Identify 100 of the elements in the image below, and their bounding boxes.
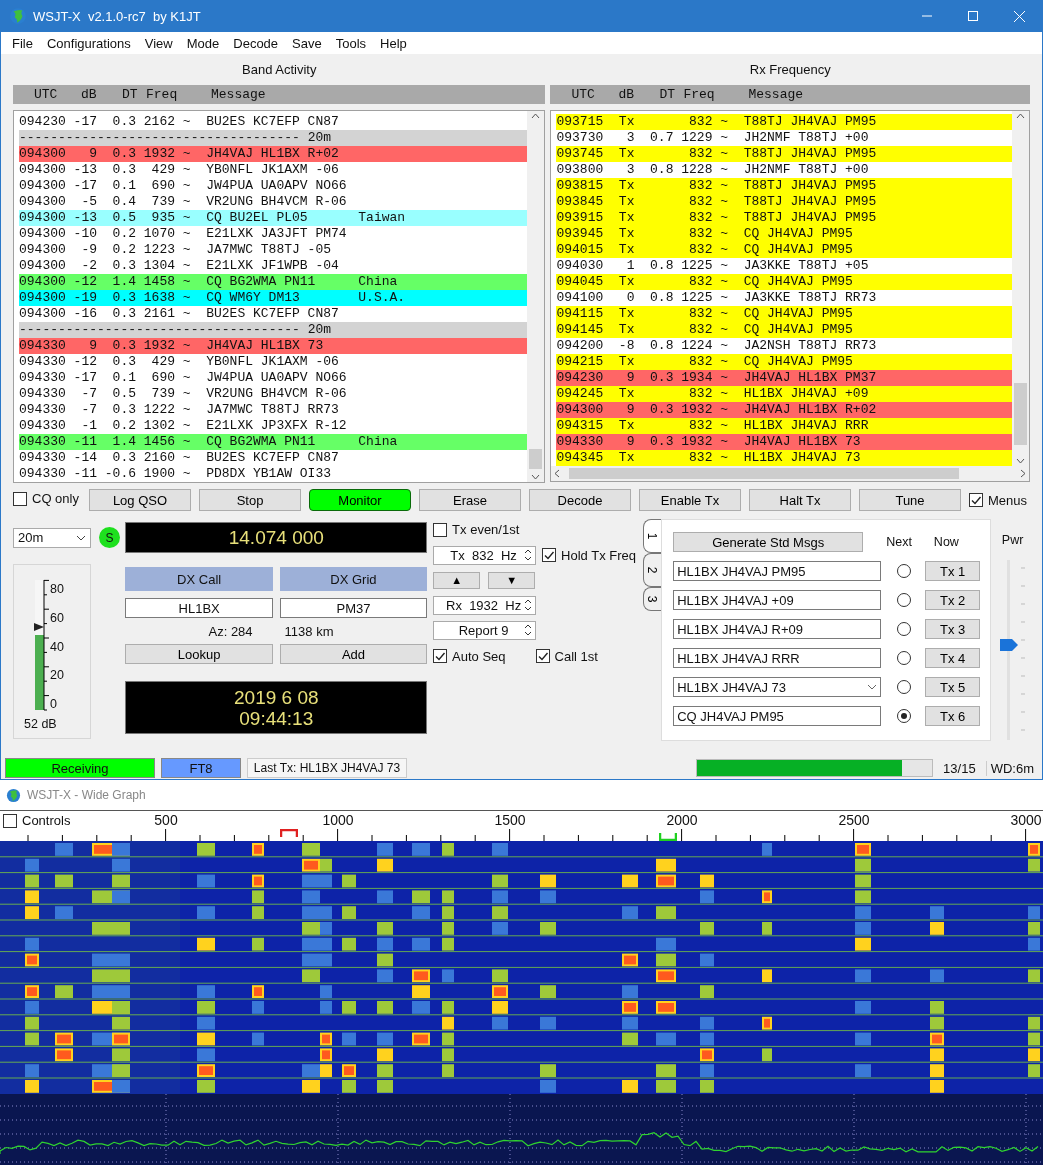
column-header[interactable]: DT <box>659 87 684 102</box>
message-field[interactable]: HL1BX JH4VAJ PM95 <box>673 561 882 581</box>
message-field[interactable]: HL1BX JH4VAJ +09 <box>673 590 882 610</box>
column-header[interactable]: Message <box>211 87 266 102</box>
message-row[interactable]: 094015 Tx 832 ~ CQ JH4VAJ PM95 <box>556 242 1012 258</box>
tx-button[interactable]: Tx 3 <box>925 619 981 639</box>
column-header[interactable]: Freq <box>683 87 749 102</box>
message-field[interactable]: HL1BX JH4VAJ R+09 <box>673 619 882 639</box>
message-dropdown[interactable]: HL1BX JH4VAJ 73 <box>673 677 882 697</box>
table-cell-text: ~ <box>719 114 729 130</box>
menu-item[interactable]: Help <box>373 35 414 51</box>
menu-item[interactable]: View <box>137 35 180 51</box>
checkbox[interactable] <box>13 491 27 506</box>
message-row[interactable]: 093815 Tx 832 ~ T88TJ JH4VAJ PM95 <box>556 178 1012 194</box>
generate-button[interactable]: Generate Std Msgs <box>673 532 864 552</box>
menu-item[interactable]: File <box>5 35 40 51</box>
report-spinbox[interactable]: Report 9 <box>433 620 537 640</box>
arrow-button[interactable]: ▼ <box>488 571 536 589</box>
message-field[interactable]: HL1BX JH4VAJ RRR <box>673 648 882 668</box>
toolbar-button[interactable]: Tune <box>859 489 961 511</box>
toolbar-button[interactable]: Decode <box>529 489 631 511</box>
table-cell-text: Tx <box>617 114 635 130</box>
message-row[interactable]: 094245 Tx 832 ~ HL1BX JH4VAJ +09 <box>556 386 1012 402</box>
column-header[interactable]: Freq <box>146 87 211 102</box>
toolbar-button[interactable]: Stop <box>199 489 301 511</box>
message-row[interactable]: 094345 Tx 832 ~ HL1BX JH4VAJ 73 <box>556 450 1012 466</box>
column-header[interactable]: DT <box>122 87 146 102</box>
checkbox[interactable] <box>969 493 983 507</box>
tab[interactable]: 3 <box>643 587 662 611</box>
checkbox[interactable] <box>3 813 17 828</box>
band-dropdown[interactable]: 20m <box>13 527 91 548</box>
tx-button[interactable]: Tx 1 <box>925 561 981 581</box>
dx-call-field[interactable]: HL1BX <box>125 598 273 618</box>
message-row[interactable]: 093915 Tx 832 ~ T88TJ JH4VAJ PM95 <box>556 210 1012 226</box>
menu-item[interactable]: Save <box>285 35 329 51</box>
scrollbar[interactable] <box>1012 111 1029 466</box>
tx-button[interactable]: Tx 2 <box>925 590 981 610</box>
message-row[interactable]: 094330 -11 1.4 1456 ~ CQ BG2WMA PN11 China <box>19 434 528 450</box>
tx-frequency-spinbox[interactable]: Tx 832 Hz <box>433 545 537 565</box>
column-header[interactable]: UTC <box>571 87 619 102</box>
message-row[interactable]: 094300 -12 1.4 1458 ~ CQ BG2WMA PN11 China <box>19 274 528 290</box>
message-row[interactable]: 094300 9 0.3 1932 ~ JH4VAJ HL1BX R+02 <box>19 146 528 162</box>
scrollbar-thumb[interactable] <box>529 449 543 469</box>
message-row[interactable]: 094145 Tx 832 ~ CQ JH4VAJ PM95 <box>556 322 1012 338</box>
message-row[interactable]: 094315 Tx 832 ~ HL1BX JH4VAJ RRR <box>556 418 1012 434</box>
table-cell-text: ~ <box>719 210 729 226</box>
table-cell: 0.3 <box>112 114 136 129</box>
spin-arrows-icon[interactable] <box>523 547 534 563</box>
message-row[interactable]: 094300 9 0.3 1932 ~ JH4VAJ HL1BX R+02 <box>556 402 1012 418</box>
column-header[interactable]: dB <box>618 87 660 102</box>
scrollbar[interactable] <box>527 111 545 482</box>
message-row[interactable]: 094115 Tx 832 ~ CQ JH4VAJ PM95 <box>556 306 1012 322</box>
add-button[interactable]: Add <box>279 644 428 664</box>
message-row[interactable]: 094045 Tx 832 ~ CQ JH4VAJ PM95 <box>556 274 1012 290</box>
checkbox[interactable] <box>542 548 557 562</box>
power-slider[interactable] <box>997 560 1028 740</box>
tab[interactable]: 2 <box>643 553 662 587</box>
tx-button[interactable]: Tx 4 <box>925 648 981 668</box>
lookup-button[interactable]: Lookup <box>125 644 273 664</box>
message-row[interactable]: 094215 Tx 832 ~ CQ JH4VAJ PM95 <box>556 354 1012 370</box>
rx-frequency-spinbox[interactable]: Rx 1932 Hz <box>433 595 537 615</box>
arrow-button[interactable]: ▲ <box>433 571 481 589</box>
scrollbar-thumb[interactable] <box>1014 383 1027 445</box>
spin-arrows-icon[interactable] <box>523 597 534 613</box>
column-header[interactable]: dB <box>81 87 122 102</box>
toolbar-button[interactable]: Halt Tx <box>749 489 851 511</box>
scrollbar-thumb[interactable] <box>569 468 960 479</box>
checkbox[interactable] <box>535 649 550 663</box>
menu-item[interactable]: Tools <box>328 35 374 51</box>
menu-item[interactable]: Configurations <box>39 35 138 51</box>
slider-thumb[interactable] <box>999 638 1018 651</box>
table-cell: 0.3 <box>112 146 136 161</box>
tx-button[interactable]: Tx 6 <box>925 706 981 726</box>
message-row[interactable]: 093845 Tx 832 ~ T88TJ JH4VAJ PM95 <box>556 194 1012 210</box>
message-row[interactable]: 094330 9 0.3 1932 ~ JH4VAJ HL1BX 73 <box>556 434 1012 450</box>
toolbar-button[interactable]: Monitor <box>309 489 411 511</box>
menu-item[interactable]: Decode <box>226 35 286 51</box>
message-row[interactable]: 093745 Tx 832 ~ T88TJ JH4VAJ PM95 <box>556 146 1012 162</box>
checkbox[interactable] <box>433 522 448 537</box>
toolbar-button[interactable]: Erase <box>419 489 521 511</box>
menu-item[interactable]: Mode <box>179 35 227 51</box>
spin-arrows-icon[interactable] <box>523 622 534 638</box>
message-row[interactable]: 094300 -19 0.3 1638 ~ CQ WM6Y DM13 U.S.A. <box>19 290 528 306</box>
column-header[interactable]: UTC <box>34 87 81 102</box>
message-row[interactable]: 094230 9 0.3 1934 ~ JH4VAJ HL1BX PM37 <box>556 370 1012 386</box>
scale-label: 1000 <box>322 812 354 828</box>
message-row[interactable]: 094300 -13 0.5 935 ~ CQ BU2EL PL05 Taiwan <box>19 210 528 226</box>
column-header[interactable]: Message <box>748 87 804 102</box>
dx-grid-field[interactable]: PM37 <box>279 598 428 618</box>
message-row[interactable]: 094330 9 0.3 1932 ~ JH4VAJ HL1BX 73 <box>19 338 528 354</box>
message-field[interactable]: CQ JH4VAJ PM95 <box>673 706 882 726</box>
toolbar-button[interactable]: Enable Tx <box>639 489 741 511</box>
tx-button[interactable]: Tx 5 <box>925 677 981 697</box>
message-row[interactable]: 093715 Tx 832 ~ T88TJ JH4VAJ PM95 <box>556 114 1012 130</box>
scrollbar[interactable] <box>551 466 1029 481</box>
toolbar-button[interactable]: Log QSO <box>89 489 191 511</box>
tab[interactable]: 1 <box>643 519 662 553</box>
tx-marker-icon <box>280 829 299 837</box>
message-row[interactable]: 093945 Tx 832 ~ CQ JH4VAJ PM95 <box>556 226 1012 242</box>
checkbox[interactable] <box>433 649 448 663</box>
